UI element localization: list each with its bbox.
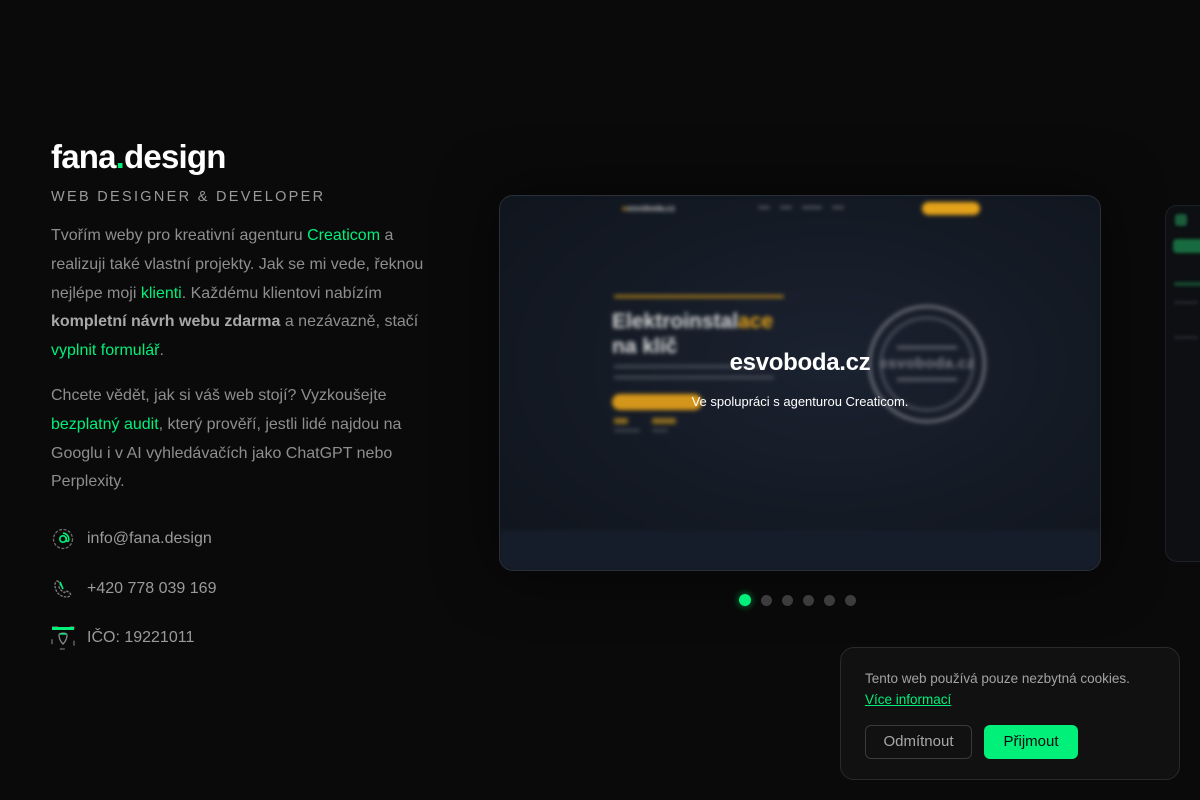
id-card-icon [51,626,75,650]
intro-section: fana.design WEB DESIGNER & DEVELOPER Tvo… [51,138,441,676]
ico-text: IČO: 19221011 [87,629,195,647]
cookie-actions: Odmítnout Přijmout [865,725,1155,759]
intro-text: . Každému klientovi nabízím [181,284,382,302]
preview-cta [922,202,980,215]
cookie-message: Tento web používá pouze nezbytná cookies… [865,671,1130,686]
form-link[interactable]: vyplnit formulář [51,342,159,359]
logo-suffix: design [124,138,226,175]
carousel-dot-1[interactable] [739,594,751,606]
audit-link[interactable]: bezplatný audit [51,416,159,433]
accept-button[interactable]: Přijmout [984,725,1078,759]
preview-logo: ●esvoboda.cz [622,204,675,213]
preview-stat-label [614,429,640,432]
preview-nav-link [802,206,822,209]
creaticom-link[interactable]: Creaticom [307,227,380,244]
slide-subtitle: Ve spolupráci s agenturou Creaticom. [691,394,909,409]
carousel-dot-5[interactable] [824,594,835,606]
clients-link[interactable]: klienti [141,285,182,302]
cookie-more-info-link[interactable]: Více informací [865,689,1155,710]
project-slide[interactable]: ●esvoboda.cz Elektroinstalace na klíč esv… [499,195,1101,571]
site-logo[interactable]: fana.design [51,138,441,176]
carousel-dot-2[interactable] [761,594,772,606]
decline-button[interactable]: Odmítnout [865,725,972,759]
audit-paragraph: Chcete vědět, jak si váš web stojí? Vyzk… [51,382,441,497]
preview-stat [652,418,676,424]
next-slide-preview [1166,206,1200,561]
intro-paragraph: Tvořím weby pro kreativní agenturu Creat… [51,222,441,366]
contact-phone[interactable]: +420 778 039 169 [51,577,441,601]
phone-text: +420 778 039 169 [87,580,217,598]
logo-prefix: fana [51,138,116,175]
carousel-dot-4[interactable] [803,594,814,606]
contact-list: info@fana.design +420 778 039 169 IČO: 1… [51,527,441,650]
preview-background [500,196,1100,570]
preview-nav-link [832,206,844,209]
email-text: info@fana.design [87,530,212,548]
tagline: WEB DESIGNER & DEVELOPER [51,189,326,205]
carousel-pagination [739,594,856,606]
preview-stat [614,418,628,424]
phone-icon [51,577,75,601]
preview-footer [500,530,1100,570]
preview-nav-link [780,206,792,209]
project-preview: ●esvoboda.cz Elektroinstalace na klíč esv… [500,196,1100,570]
intro-text: . [159,342,164,360]
intro-highlight: kompletní návrh webu zdarma [51,313,281,331]
preview-stat-label [652,429,668,432]
preview-nav-link [758,206,770,209]
cookie-banner: Tento web používá pouze nezbytná cookies… [840,647,1180,780]
contact-ico: IČO: 19221011 [51,626,441,650]
at-icon [51,527,75,551]
intro-text: Tvořím weby pro kreativní agenturu [51,227,308,244]
logo-dot: . [115,138,125,175]
contact-email[interactable]: info@fana.design [51,527,441,551]
carousel-dot-3[interactable] [782,594,793,606]
carousel-dot-6[interactable] [845,594,856,606]
intro-text: a nezávazně, stačí [280,313,419,331]
next-slide-peek[interactable] [1165,205,1200,562]
audit-text: Chcete vědět, jak si váš web stojí? Vyzk… [51,386,387,404]
slide-title: esvoboda.cz [729,349,871,376]
page: fana.design WEB DESIGNER & DEVELOPER Tvo… [0,0,1200,800]
preview-kicker [614,295,784,298]
